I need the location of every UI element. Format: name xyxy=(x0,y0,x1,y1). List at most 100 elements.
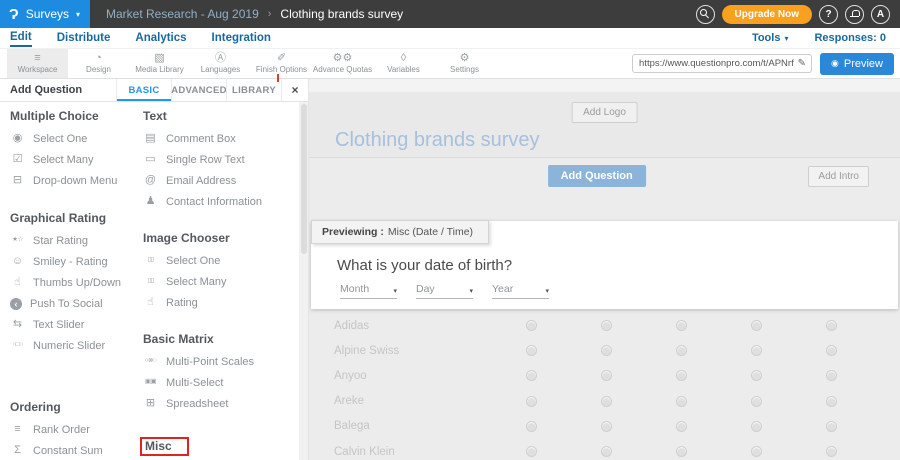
add-logo-button[interactable]: Add Logo xyxy=(571,102,638,123)
question-type-spreadsheet[interactable]: ⊞Spreadsheet xyxy=(143,393,295,414)
matrix-cell xyxy=(794,446,869,457)
toolbar-workspace[interactable]: ≡Workspace xyxy=(7,49,68,78)
radio-button[interactable] xyxy=(676,345,687,356)
matrix-cell xyxy=(494,345,569,356)
question-type-contact-information[interactable]: ♟Contact Information xyxy=(143,191,295,212)
radio-button[interactable] xyxy=(751,320,762,331)
avatar[interactable]: A xyxy=(871,5,890,24)
radio-button[interactable] xyxy=(526,345,537,356)
radio-button[interactable] xyxy=(526,446,537,457)
nav-tab-distribute[interactable]: Distribute xyxy=(57,30,111,46)
question-type-multi-select[interactable]: ▣▣Multi-Select xyxy=(143,372,295,393)
surveys-menu[interactable]: Ɂ Surveys ▾ xyxy=(0,0,90,28)
panel-tab-basic[interactable]: BASIC xyxy=(116,79,171,101)
radio-button[interactable] xyxy=(526,421,537,432)
question-type-numeric-slider[interactable]: ○□○Numeric Slider xyxy=(10,335,143,356)
radio-button[interactable] xyxy=(751,345,762,356)
matrix-cell xyxy=(494,446,569,457)
radio-button[interactable] xyxy=(676,370,687,381)
add-intro-button[interactable]: Add Intro xyxy=(808,166,869,187)
panel-body: Multiple Choice◉Select One☑Select Many⊟D… xyxy=(0,102,308,460)
question-type-thumbs-up-down[interactable]: ☝Thumbs Up/Down xyxy=(10,272,143,293)
radio-button[interactable] xyxy=(676,446,687,457)
person-icon: ♟ xyxy=(143,196,158,207)
question-type-image-select-one[interactable]: ▯▯Select One xyxy=(143,250,295,271)
question-type-smiley-rating[interactable]: ☺Smiley - Rating xyxy=(10,251,143,272)
question-type-select-one[interactable]: ◉Select One xyxy=(10,128,143,149)
radio-button[interactable] xyxy=(826,421,837,432)
close-panel-button[interactable]: × xyxy=(281,79,308,101)
radio-button[interactable] xyxy=(601,421,612,432)
radio-button[interactable] xyxy=(826,320,837,331)
question-type-select-many[interactable]: ☑Select Many xyxy=(10,149,143,170)
question-type-drop-down-menu[interactable]: ⊟Drop-down Menu xyxy=(10,170,143,191)
toolbar-variables[interactable]: ◊Variables xyxy=(373,49,434,78)
radio-button[interactable] xyxy=(826,345,837,356)
question-type-text-slider[interactable]: ⇆Text Slider xyxy=(10,314,143,335)
matrix-cell xyxy=(719,370,794,381)
question-type-label: Email Address xyxy=(166,175,236,187)
radio-button[interactable] xyxy=(676,320,687,331)
radio-button[interactable] xyxy=(601,446,612,457)
radio-button[interactable] xyxy=(601,396,612,407)
add-question-button[interactable]: Add Question xyxy=(548,165,646,187)
notifications-button[interactable] xyxy=(845,5,864,24)
radio-button[interactable] xyxy=(526,370,537,381)
radio-button[interactable] xyxy=(526,396,537,407)
radio-button[interactable] xyxy=(601,370,612,381)
toolbar-finish-options[interactable]: ✐Finish Options xyxy=(251,49,312,78)
tools-menu[interactable]: Tools▾ xyxy=(752,32,789,44)
survey-url-input[interactable]: https://www.questionpro.com/t/APNrfZ xyxy=(639,58,794,69)
preview-button[interactable]: ◉ Preview xyxy=(820,53,894,75)
radio-button[interactable] xyxy=(751,421,762,432)
survey-url-box: https://www.questionpro.com/t/APNrfZ ✎ xyxy=(632,54,812,73)
question-type-push-to-social[interactable]: ‹Push To Social xyxy=(10,293,143,314)
question-type-multi-point-scales[interactable]: ○⊗○Multi-Point Scales xyxy=(143,351,295,372)
radio-button[interactable] xyxy=(751,396,762,407)
year-select[interactable]: Year▾ xyxy=(492,283,549,299)
question-type-email-address[interactable]: @Email Address xyxy=(143,170,295,191)
toolbar-settings[interactable]: ⚙Settings xyxy=(434,49,495,78)
panel-tab-advanced[interactable]: ADVANCED xyxy=(171,79,226,101)
toolbar-languages[interactable]: ⒶLanguages xyxy=(190,49,251,78)
radio-button[interactable] xyxy=(826,370,837,381)
panel-scrollbar[interactable] xyxy=(299,102,308,460)
question-type-single-row-text[interactable]: ▭Single Row Text xyxy=(143,149,295,170)
toolbar-design[interactable]: ◔Design xyxy=(68,49,129,78)
toolbar-media-library[interactable]: ▧Media Library xyxy=(129,49,190,78)
question-type-constant-sum[interactable]: ΣConstant Sum xyxy=(10,440,143,460)
question-type-rank-order[interactable]: ≡Rank Order xyxy=(10,419,143,440)
nav-tab-edit[interactable]: Edit xyxy=(10,29,32,47)
nav-tab-analytics[interactable]: Analytics xyxy=(135,30,186,46)
radio-button[interactable] xyxy=(826,446,837,457)
nav-tab-integration[interactable]: Integration xyxy=(212,30,271,46)
breadcrumb-parent-link[interactable]: Market Research - Aug 2019 xyxy=(106,7,259,21)
edit-url-icon[interactable]: ✎ xyxy=(798,58,806,69)
question-type-comment-box[interactable]: ▤Comment Box xyxy=(143,128,295,149)
upgrade-now-button[interactable]: Upgrade Now xyxy=(722,5,812,24)
images-icon: ▯▯ xyxy=(143,278,158,285)
radio-button[interactable] xyxy=(676,396,687,407)
responses-count[interactable]: Responses: 0 xyxy=(814,32,886,44)
month-select[interactable]: Month▾ xyxy=(340,283,397,299)
help-button[interactable]: ? xyxy=(819,5,838,24)
panel-tab-library[interactable]: LIBRARY xyxy=(226,79,281,101)
scrollbar-thumb[interactable] xyxy=(301,104,307,254)
dropdown-icon: ⊟ xyxy=(10,175,25,186)
question-type-image-rating[interactable]: ☝Rating xyxy=(143,292,295,313)
radio-button[interactable] xyxy=(601,320,612,331)
search-button[interactable] xyxy=(696,5,715,24)
section-multiple-choice: Multiple Choice◉Select One☑Select Many⊟D… xyxy=(10,109,143,191)
section-title-text: Text xyxy=(143,109,295,123)
radio-button[interactable] xyxy=(676,421,687,432)
radio-button[interactable] xyxy=(751,446,762,457)
radio-button[interactable] xyxy=(826,396,837,407)
radio-button[interactable] xyxy=(751,370,762,381)
question-type-image-select-many[interactable]: ▯▯Select Many xyxy=(143,271,295,292)
day-select[interactable]: Day▾ xyxy=(416,283,473,299)
radio-button[interactable] xyxy=(526,320,537,331)
question-type-star-rating[interactable]: ★☆Star Rating xyxy=(10,230,143,251)
toolbar-advance-quotas[interactable]: ⚙⚙Advance Quotas xyxy=(312,49,373,78)
multi-point-icon: ○⊗○ xyxy=(143,358,158,365)
radio-button[interactable] xyxy=(601,345,612,356)
